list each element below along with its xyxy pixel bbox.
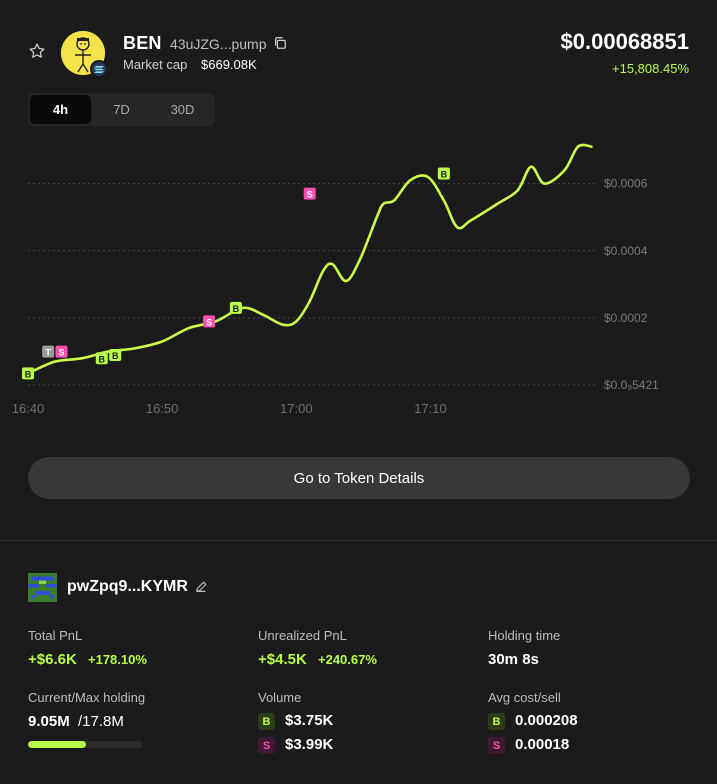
svg-text:S: S — [307, 190, 313, 200]
y-tick-label: $0.0006 — [604, 177, 648, 191]
buy-marker[interactable]: B — [95, 352, 108, 365]
total-pnl-percent: +178.10% — [88, 652, 147, 667]
x-tick-label: 17:00 — [280, 401, 313, 416]
holding-time-label: Holding time — [488, 628, 561, 643]
sell-marker[interactable]: S — [55, 345, 68, 358]
sell-marker[interactable]: S — [303, 187, 316, 200]
svg-text:B: B — [25, 369, 32, 379]
svg-text:B: B — [441, 170, 448, 180]
x-tick-label: 16:50 — [146, 401, 179, 416]
svg-text:S: S — [59, 348, 65, 358]
avg-cost-label: Avg cost/sell — [488, 690, 561, 705]
svg-text:T: T — [45, 348, 51, 358]
y-tick-label: $0.0₉5421 — [604, 378, 659, 392]
svg-text:B: B — [233, 304, 240, 314]
svg-text:S: S — [206, 317, 212, 327]
holding-progress-bar — [28, 741, 142, 748]
svg-text:B: B — [99, 354, 106, 364]
avg-sell-value: 0.00018 — [515, 736, 570, 753]
buy-marker[interactable]: B — [229, 301, 242, 314]
volume-sell-tag: S — [258, 737, 275, 754]
buy-marker[interactable]: B — [22, 367, 34, 380]
buy-marker[interactable]: B — [109, 348, 122, 361]
star-icon[interactable] — [28, 42, 46, 60]
edit-icon[interactable] — [194, 580, 208, 594]
holding-label: Current/Max holding — [28, 690, 146, 705]
tab-30d[interactable]: 30D — [152, 95, 213, 124]
unrealized-pnl-label: Unrealized PnL — [258, 628, 347, 643]
price-change: +15,808.45% — [612, 61, 689, 76]
total-pnl-label: Total PnL — [28, 628, 83, 643]
price-line — [26, 143, 593, 375]
market-cap-label: Market cap — [123, 57, 188, 72]
svg-text:B: B — [112, 351, 119, 361]
volume-label: Volume — [258, 690, 302, 705]
marker-count-label: 2 — [441, 185, 447, 197]
wallet-avatar — [28, 573, 57, 602]
tab-7d[interactable]: 7D — [91, 95, 152, 124]
avg-cost-value: 0.000208 — [515, 712, 578, 729]
y-tick-label: $0.0004 — [604, 244, 648, 258]
token-name: BEN — [123, 33, 162, 53]
unrealized-pnl-value: +$4.5K — [258, 651, 307, 668]
market-cap-value: $669.08K — [201, 57, 257, 72]
solana-icon — [90, 60, 108, 78]
volume-buy-value: $3.75K — [285, 712, 334, 729]
holding-progress-fill — [28, 741, 87, 748]
x-tick-label: 16:40 — [12, 401, 45, 416]
buy-marker[interactable]: B — [437, 167, 450, 180]
x-tick-label: 17:10 — [414, 401, 447, 416]
marker-count-label: 4 — [99, 373, 106, 385]
holding-time-value: 30m 8s — [488, 651, 539, 668]
volume-buy-tag: B — [258, 713, 275, 730]
wallet-name: pwZpq9...KYMR — [67, 578, 188, 595]
price-chart[interactable]: $0.0006 $0.0004 $0.0002 $0.0₉5421 16:40 16:50… — [0, 130, 717, 430]
copy-icon[interactable] — [273, 36, 287, 50]
holding-max: /17.8M — [78, 713, 124, 730]
transfer-marker[interactable]: T — [42, 345, 55, 358]
go-to-token-details-button[interactable]: Go to Token Details — [28, 457, 690, 499]
holding-current: 9.05M — [28, 713, 70, 730]
token-address: 43uJZG...pump — [170, 36, 267, 52]
unrealized-pnl-percent: +240.67% — [318, 652, 377, 667]
total-pnl-value: +$6.6K — [28, 651, 77, 668]
avg-sell-tag: S — [488, 737, 505, 754]
avg-cost-buy-tag: B — [488, 713, 505, 730]
tab-4h[interactable]: 4h — [30, 95, 91, 124]
timeframe-tabs: 4h 7D 30D — [28, 93, 215, 126]
sell-marker[interactable]: S — [203, 315, 216, 328]
token-panel: BEN 43uJZG...pump Market cap $669.08K $0… — [0, 0, 717, 540]
token-price: $0.00068851 — [560, 29, 689, 54]
y-tick-label: $0.0002 — [604, 311, 648, 325]
volume-sell-value: $3.99K — [285, 736, 334, 753]
